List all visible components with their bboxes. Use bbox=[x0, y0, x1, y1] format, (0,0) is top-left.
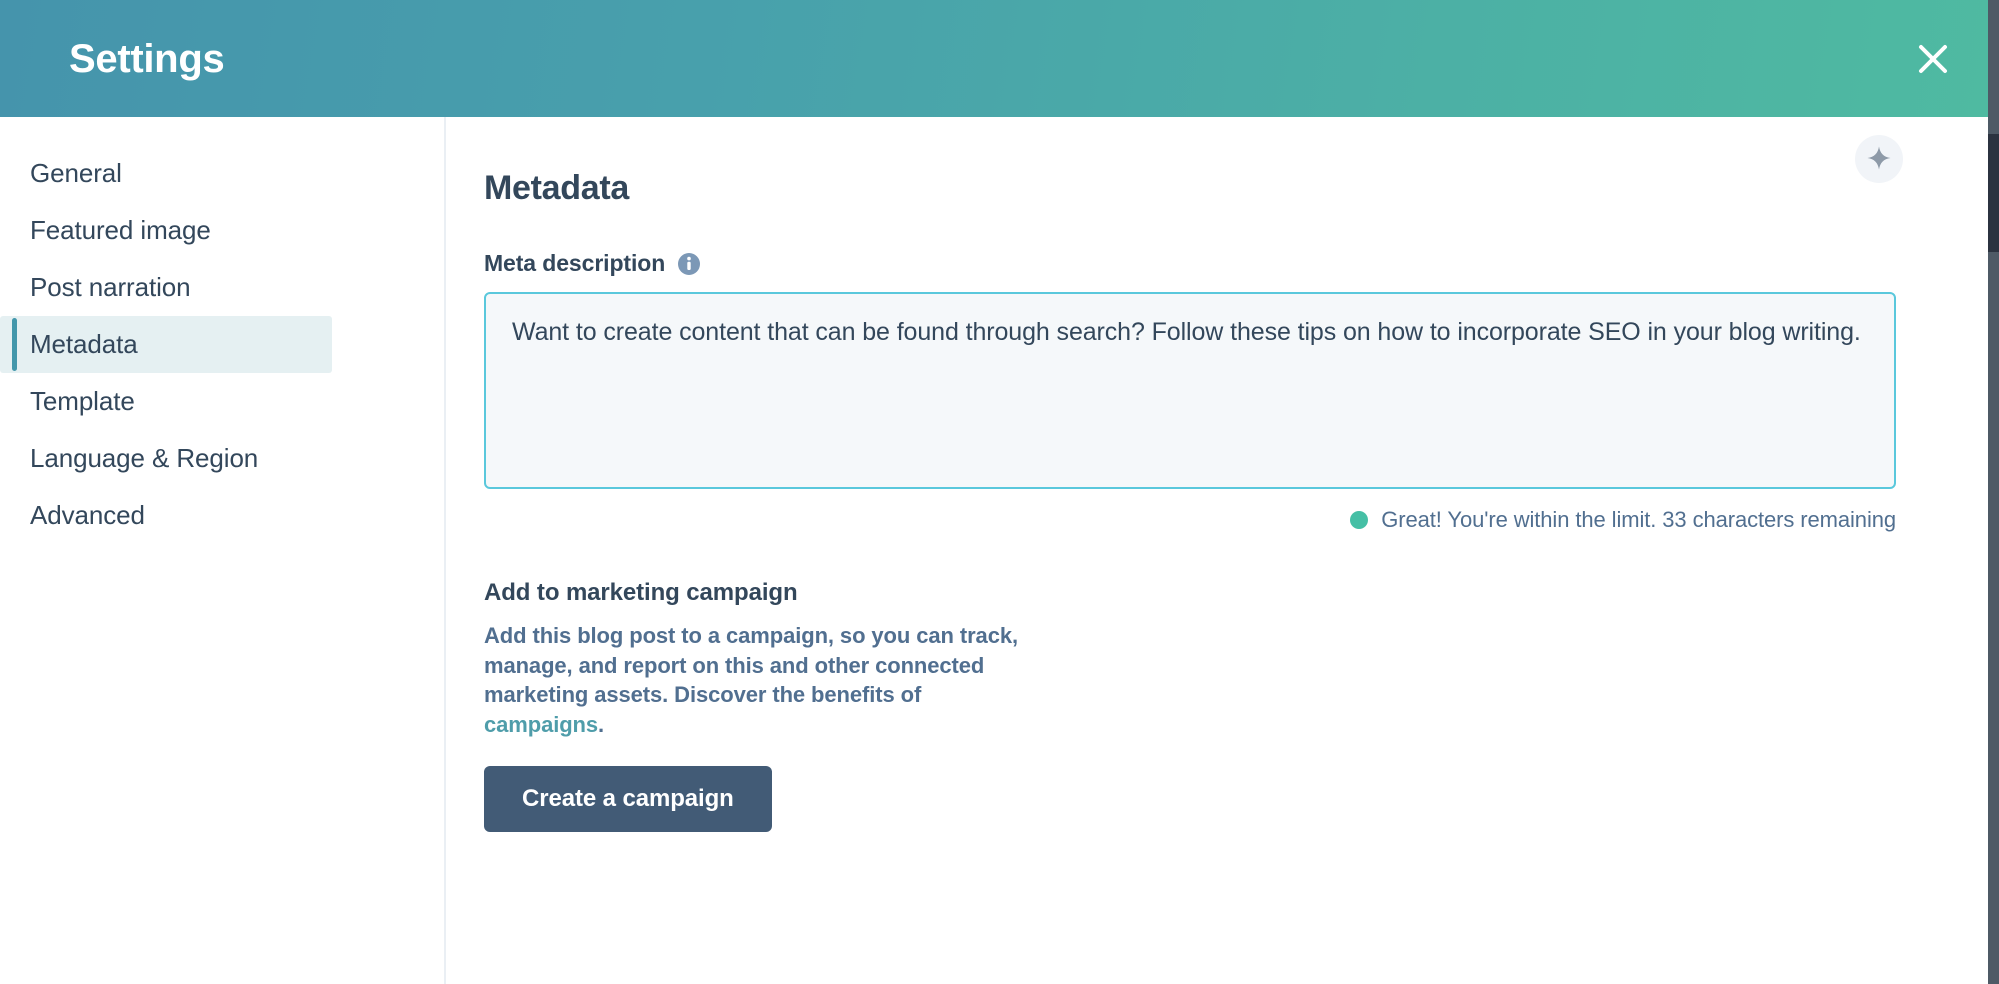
sidebar-item-label: Template bbox=[30, 386, 135, 416]
campaign-description: Add this blog post to a campaign, so you… bbox=[484, 621, 1029, 740]
campaign-description-text: Add this blog post to a campaign, so you… bbox=[484, 623, 1018, 708]
create-campaign-button[interactable]: Create a campaign bbox=[484, 765, 772, 832]
modal-header: Settings bbox=[0, 0, 1999, 117]
close-button[interactable] bbox=[1905, 31, 1961, 87]
campaign-section-title: Add to marketing campaign bbox=[484, 579, 798, 606]
sidebar-item-metadata[interactable]: Metadata bbox=[0, 316, 332, 373]
meta-description-label: Meta description bbox=[484, 250, 666, 276]
settings-modal: Settings General Featured image Post nar… bbox=[0, 0, 1999, 984]
page-scrollbar-thumb[interactable] bbox=[1988, 134, 1999, 252]
info-icon[interactable] bbox=[677, 252, 701, 276]
sidebar-item-general[interactable]: General bbox=[0, 145, 332, 202]
sidebar-item-label: Post narration bbox=[30, 272, 191, 302]
sidebar-item-language-region[interactable]: Language & Region bbox=[0, 430, 332, 487]
page-scrollbar[interactable] bbox=[1988, 0, 1999, 984]
sidebar-item-featured-image[interactable]: Featured image bbox=[0, 202, 332, 259]
character-counter: Great! You're within the limit. 33 chara… bbox=[484, 507, 1896, 533]
meta-description-input[interactable] bbox=[484, 292, 1896, 489]
ai-generate-button[interactable] bbox=[1855, 135, 1903, 183]
page-title: Settings bbox=[69, 36, 225, 81]
sidebar-item-label: Advanced bbox=[30, 500, 145, 530]
settings-main-panel: Metadata Meta description Want to create… bbox=[446, 117, 1999, 984]
sidebar-item-label: Language & Region bbox=[30, 443, 259, 473]
status-dot-icon bbox=[1350, 511, 1369, 529]
campaigns-link[interactable]: campaigns bbox=[484, 712, 598, 737]
close-icon bbox=[1913, 39, 1953, 79]
settings-sidebar: General Featured image Post narration Me… bbox=[0, 117, 446, 984]
sidebar-item-template[interactable]: Template bbox=[0, 373, 332, 430]
campaign-description-suffix: . bbox=[598, 712, 605, 738]
sidebar-item-label: General bbox=[30, 158, 122, 188]
meta-description-label-row: Meta description bbox=[484, 250, 1999, 277]
character-counter-text: Great! You're within the limit. 33 chara… bbox=[1381, 507, 1896, 532]
marketing-campaign-section: Add to marketing campaign Add this blog … bbox=[484, 579, 1999, 832]
sidebar-item-label: Featured image bbox=[30, 215, 211, 245]
modal-body: General Featured image Post narration Me… bbox=[0, 117, 1999, 984]
sidebar-item-advanced[interactable]: Advanced bbox=[0, 487, 332, 544]
sidebar-item-label: Metadata bbox=[30, 329, 138, 359]
sidebar-item-post-narration[interactable]: Post narration bbox=[0, 259, 332, 316]
section-title: Metadata bbox=[484, 169, 629, 207]
ai-sparkle-icon bbox=[1866, 145, 1892, 174]
